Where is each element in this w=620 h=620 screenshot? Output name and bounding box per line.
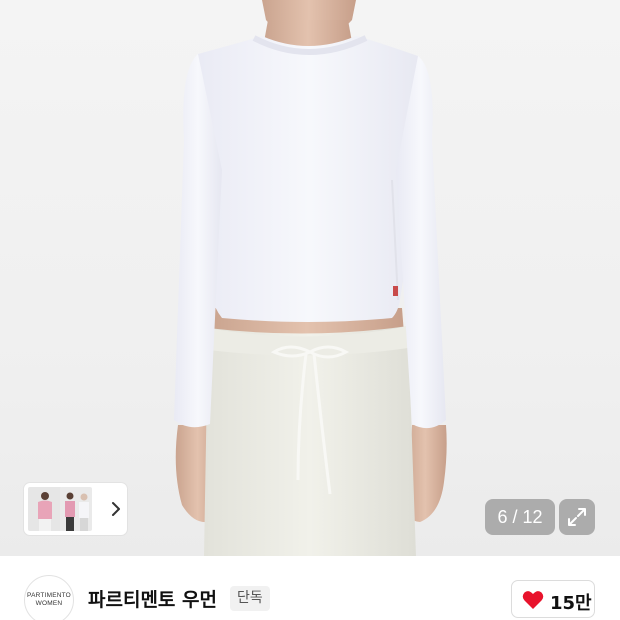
exclusive-badge: 단독	[230, 586, 270, 611]
brand-name[interactable]: 파르티멘토 우먼	[88, 585, 217, 612]
thumbnail-image[interactable]	[60, 487, 92, 531]
expand-icon	[568, 508, 586, 526]
chevron-right-icon[interactable]	[109, 499, 123, 519]
thumbnail-strip[interactable]	[24, 483, 127, 535]
image-counter: 6 / 12	[485, 499, 555, 535]
brand-logo-line2: WOMEN	[35, 600, 63, 607]
heart-icon	[522, 591, 544, 609]
model-photo	[174, 0, 447, 556]
like-button[interactable]: 15만	[511, 580, 595, 618]
thumbnail-image[interactable]	[28, 487, 62, 531]
expand-button[interactable]	[559, 499, 595, 535]
product-image[interactable]	[0, 0, 620, 556]
brand-logo-line1: PARTIMENTO	[27, 592, 71, 599]
like-count: 15만	[550, 593, 592, 614]
brand-logo[interactable]: PARTIMENTO WOMEN	[24, 575, 74, 620]
